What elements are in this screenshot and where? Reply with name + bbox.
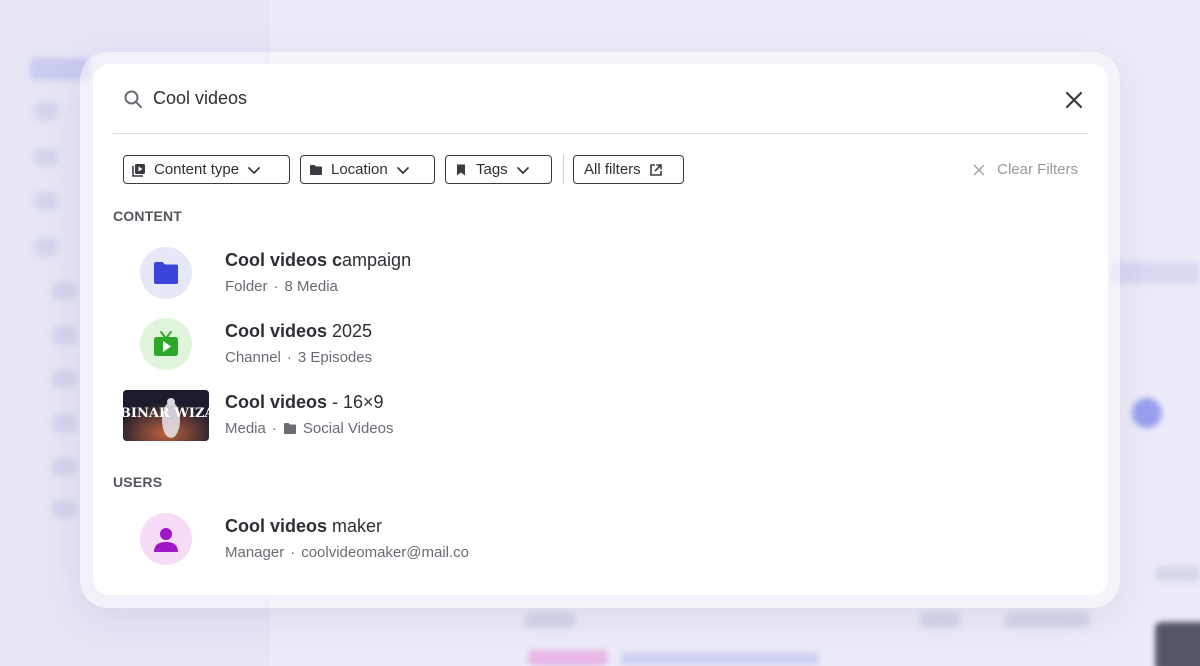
result-subtitle: Folder · 8 Media	[225, 278, 338, 295]
channel-avatar	[140, 318, 192, 370]
clear-filters-label: Clear Filters	[997, 161, 1078, 178]
title-match: Cool videos c	[225, 250, 343, 270]
result-subtitle: Channel · 3 Episodes	[225, 349, 372, 366]
folder-icon	[310, 164, 322, 175]
result-title: Cool videos maker	[225, 516, 382, 537]
result-type: Channel	[225, 349, 281, 366]
bookmark-icon	[457, 164, 465, 175]
folder-icon	[283, 423, 296, 434]
chevron-down-icon	[248, 166, 260, 174]
background-block	[52, 326, 76, 344]
background-block	[34, 238, 58, 256]
background-block	[34, 192, 58, 210]
close-icon	[973, 164, 985, 175]
background-block	[1132, 398, 1162, 428]
filter-label: Location	[331, 161, 388, 178]
background-block	[528, 650, 608, 666]
background-block	[1005, 612, 1090, 628]
webinar-thumbnail-image: WEBINAR WIZARD	[123, 390, 209, 441]
tv-icon	[154, 331, 178, 356]
title-match: Cool videos	[225, 516, 328, 536]
result-title: Cool videos campaign	[225, 250, 411, 271]
result-title: Cool videos - 16×9	[225, 392, 384, 413]
tags-filter[interactable]: Tags	[445, 155, 552, 184]
all-filters-button[interactable]: All filters	[573, 155, 684, 184]
result-item-user[interactable]: Cool videos maker Manager · coolvideomaker…	[123, 509, 1078, 569]
filter-divider	[563, 155, 564, 184]
search-modal: Content type Location Tags All f	[93, 64, 1108, 595]
all-filters-label: All filters	[584, 161, 641, 178]
result-title: Cool videos 2025	[225, 321, 372, 342]
content-section-label: CONTENT	[113, 208, 183, 224]
separator-dot: ·	[273, 278, 279, 295]
content-type-filter[interactable]: Content type	[123, 155, 290, 184]
background-block	[1110, 262, 1200, 284]
result-item-media[interactable]: WEBINAR WIZARD Cool videos - 16×9 Media ·…	[123, 385, 1078, 445]
folder-icon	[154, 262, 178, 284]
title-rest: maker	[327, 516, 383, 536]
title-match: Cool videos	[225, 392, 328, 412]
background-block	[34, 102, 58, 120]
background-block	[1155, 622, 1200, 666]
background-block	[52, 282, 76, 300]
thumbnail-title: WEBINAR WIZARD	[123, 406, 209, 421]
background-block	[1155, 566, 1200, 582]
background-block	[52, 414, 76, 432]
search-bar	[113, 64, 1088, 134]
filter-bar: Content type Location Tags All filters C…	[123, 155, 1078, 184]
result-type: Media	[225, 420, 266, 437]
title-rest: 2025	[327, 321, 373, 341]
content-type-icon	[132, 163, 145, 177]
search-icon	[124, 90, 142, 108]
result-item-channel[interactable]: Cool videos 2025 Channel · 3 Episodes	[123, 314, 1078, 374]
chevron-down-icon	[516, 166, 529, 174]
result-detail: 8 Media	[284, 278, 338, 295]
background-block	[52, 370, 76, 388]
result-detail: 3 Episodes	[297, 349, 373, 366]
title-rest: - 16×9	[327, 392, 384, 412]
separator-dot: ·	[271, 420, 277, 437]
result-subtitle: Manager · coolvideomaker@mail.co	[225, 544, 469, 561]
background-block	[620, 652, 820, 666]
chevron-down-icon	[396, 166, 409, 174]
result-subtitle: Media · Social Videos	[225, 420, 393, 437]
filter-label: Tags	[476, 161, 508, 178]
filter-label: Content type	[154, 161, 240, 178]
background-block	[34, 148, 58, 166]
clear-filters-button[interactable]: Clear Filters	[973, 155, 1078, 184]
user-avatar	[140, 513, 192, 565]
background-block	[525, 612, 575, 628]
external-link-icon	[649, 163, 662, 176]
result-item-folder[interactable]: Cool videos campaign Folder · 8 Media	[123, 243, 1078, 303]
title-match: Cool videos	[225, 321, 328, 341]
search-input[interactable]	[153, 88, 1033, 109]
users-section-label: USERS	[113, 474, 163, 490]
result-location: Social Videos	[302, 420, 394, 437]
location-filter[interactable]: Location	[300, 155, 435, 184]
title-rest: ampaign	[342, 250, 412, 270]
user-role: Manager	[225, 544, 285, 561]
result-type: Folder	[225, 278, 268, 295]
media-thumbnail: WEBINAR WIZARD	[123, 390, 209, 441]
background-block	[52, 458, 76, 476]
close-icon[interactable]	[1060, 86, 1088, 114]
background-block	[920, 612, 960, 628]
folder-avatar	[140, 247, 192, 299]
background-block	[52, 500, 76, 518]
separator-dot: ·	[290, 544, 296, 561]
user-icon	[154, 528, 178, 552]
user-email: coolvideomaker@mail.co	[301, 544, 469, 561]
separator-dot: ·	[286, 349, 292, 366]
